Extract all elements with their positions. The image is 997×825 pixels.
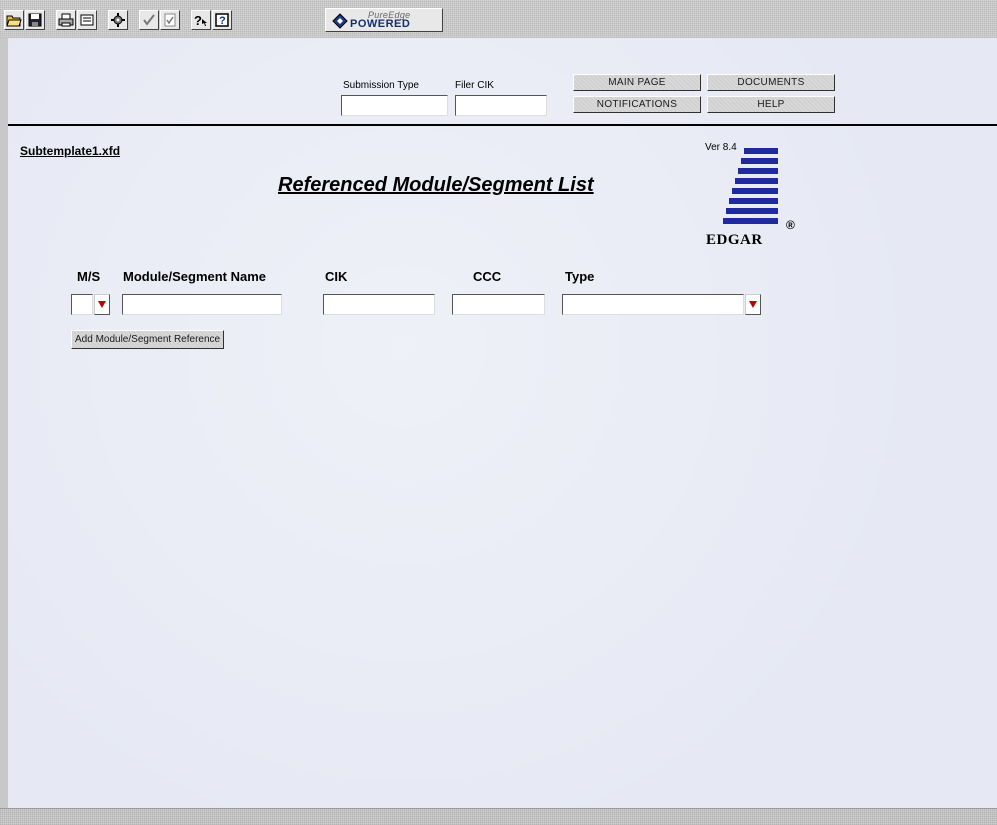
save-icon[interactable] xyxy=(25,10,45,30)
registered-mark: ® xyxy=(786,218,795,232)
chevron-down-icon xyxy=(98,301,106,308)
help-icon[interactable]: ? xyxy=(212,10,232,30)
checklist-icon[interactable] xyxy=(160,10,180,30)
main-page-button[interactable]: MAIN PAGE xyxy=(573,74,701,91)
documents-button[interactable]: DOCUMENTS xyxy=(707,74,835,91)
open-icon[interactable] xyxy=(4,10,24,30)
ms-column-label: M/S xyxy=(77,269,101,284)
whats-this-icon[interactable]: ? xyxy=(191,10,211,30)
notifications-button[interactable]: NOTIFICATIONS xyxy=(573,96,701,113)
module-segment-name-label: Module/Segment Name xyxy=(123,269,267,284)
type-select-input[interactable] xyxy=(562,294,744,315)
add-module-segment-reference-button[interactable]: Add Module/Segment Reference xyxy=(71,330,225,349)
settings-icon[interactable] xyxy=(108,10,128,30)
status-bar xyxy=(0,808,997,825)
header-divider xyxy=(8,124,997,126)
badge-powered: POWERED xyxy=(350,18,411,30)
help-button[interactable]: HELP xyxy=(707,96,835,113)
chevron-down-icon xyxy=(749,301,757,308)
form-view-icon[interactable] xyxy=(77,10,97,30)
diamond-icon xyxy=(332,13,348,29)
type-column-label: Type xyxy=(565,269,595,284)
page-title: Referenced Module/Segment List xyxy=(278,174,594,196)
type-dropdown-button[interactable] xyxy=(745,294,761,315)
submission-type-label: Submission Type xyxy=(343,80,419,91)
toolbar: ? ? PureEdge POWERED xyxy=(0,0,997,38)
left-margin xyxy=(0,38,8,808)
svg-text:?: ? xyxy=(219,15,226,27)
pureedge-powered-badge[interactable]: PureEdge POWERED xyxy=(325,8,443,32)
edgar-logo-text: EDGAR xyxy=(706,232,763,248)
edgar-logo-icon xyxy=(723,148,778,224)
form-page: Submission Type Filer CIK MAIN PAGE DOCU… xyxy=(8,38,997,808)
validate-icon[interactable] xyxy=(139,10,159,30)
ms-dropdown-button[interactable] xyxy=(94,294,110,315)
module-segment-name-input[interactable] xyxy=(122,294,282,315)
print-icon[interactable] xyxy=(56,10,76,30)
ms-select-input[interactable] xyxy=(71,294,93,315)
filer-cik-input[interactable] xyxy=(455,95,547,116)
filer-cik-label: Filer CIK xyxy=(455,80,494,91)
svg-text:?: ? xyxy=(194,13,202,27)
cik-input[interactable] xyxy=(323,294,435,315)
ccc-column-label: CCC xyxy=(473,269,502,284)
cik-column-label: CIK xyxy=(325,269,348,284)
ccc-input[interactable] xyxy=(452,294,545,315)
submission-type-input[interactable] xyxy=(341,95,448,116)
filename: Subtemplate1.xfd xyxy=(20,144,121,158)
